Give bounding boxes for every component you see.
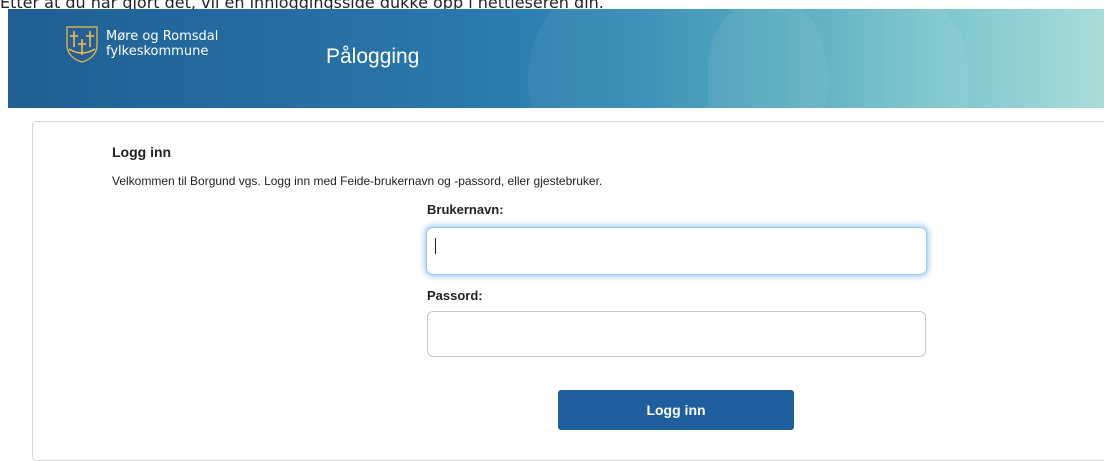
org-name-line1: Møre og Romsdal <box>106 29 219 44</box>
username-input[interactable] <box>427 228 926 274</box>
login-button[interactable]: Logg inn <box>558 390 794 430</box>
password-label: Passord: <box>427 288 483 303</box>
login-card: Logg inn Velkommen til Borgund vgs. Logg… <box>32 121 1104 461</box>
login-description: Velkommen til Borgund vgs. Logg inn med … <box>112 174 603 188</box>
page-title: Pålogging <box>326 45 420 68</box>
text-cursor <box>435 238 436 254</box>
password-input[interactable] <box>427 311 926 357</box>
county-logo[interactable]: Møre og Romsdal fylkeskommune <box>65 25 218 63</box>
org-name-line2: fylkeskommune <box>106 44 209 59</box>
county-coat-of-arms-icon <box>66 26 98 63</box>
username-label: Brukernavn: <box>427 202 504 217</box>
header-banner: Møre og Romsdal fylkeskommune Pålogging <box>8 9 1104 108</box>
banner-decoration <box>708 9 968 108</box>
login-heading: Logg inn <box>112 144 172 160</box>
